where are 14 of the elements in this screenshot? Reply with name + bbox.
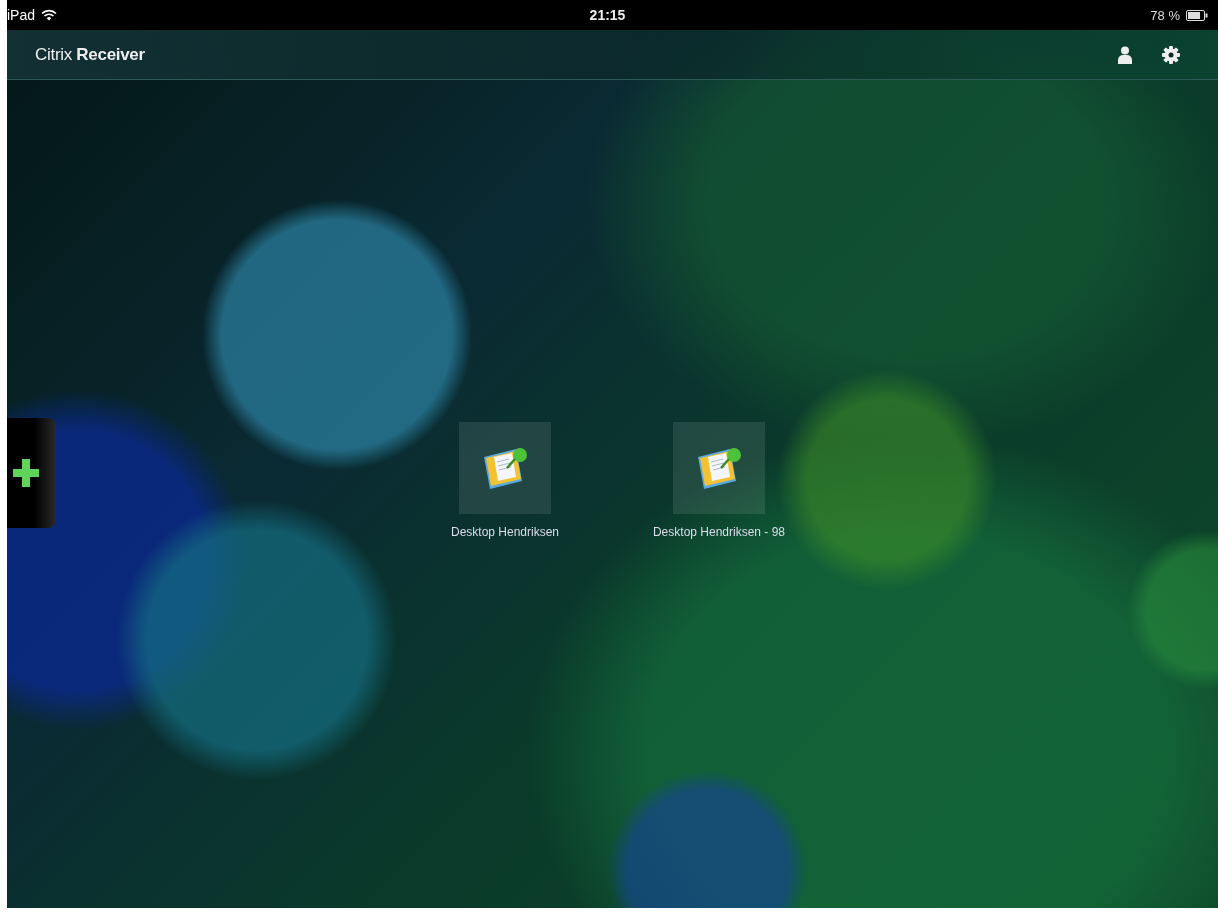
battery-icon — [1186, 9, 1208, 21]
app-logo: Citrix Receiver — [35, 44, 145, 65]
settings-icon[interactable] — [1162, 45, 1180, 64]
app-label: Desktop Hendriksen — [449, 525, 561, 540]
plus-icon — [13, 459, 39, 487]
device-name: iPad — [7, 7, 36, 23]
battery-percentage: 78 % — [1150, 7, 1180, 23]
wifi-icon — [41, 9, 58, 21]
clock-time: 21:15 — [589, 7, 626, 23]
app-label: Desktop Hendriksen - 98 — [651, 525, 787, 540]
user-icon[interactable] — [1118, 45, 1132, 64]
add-app-tab[interactable] — [7, 418, 56, 528]
desktop-app-tile[interactable] — [459, 422, 551, 514]
desktop-app-tile[interactable] — [673, 422, 765, 514]
